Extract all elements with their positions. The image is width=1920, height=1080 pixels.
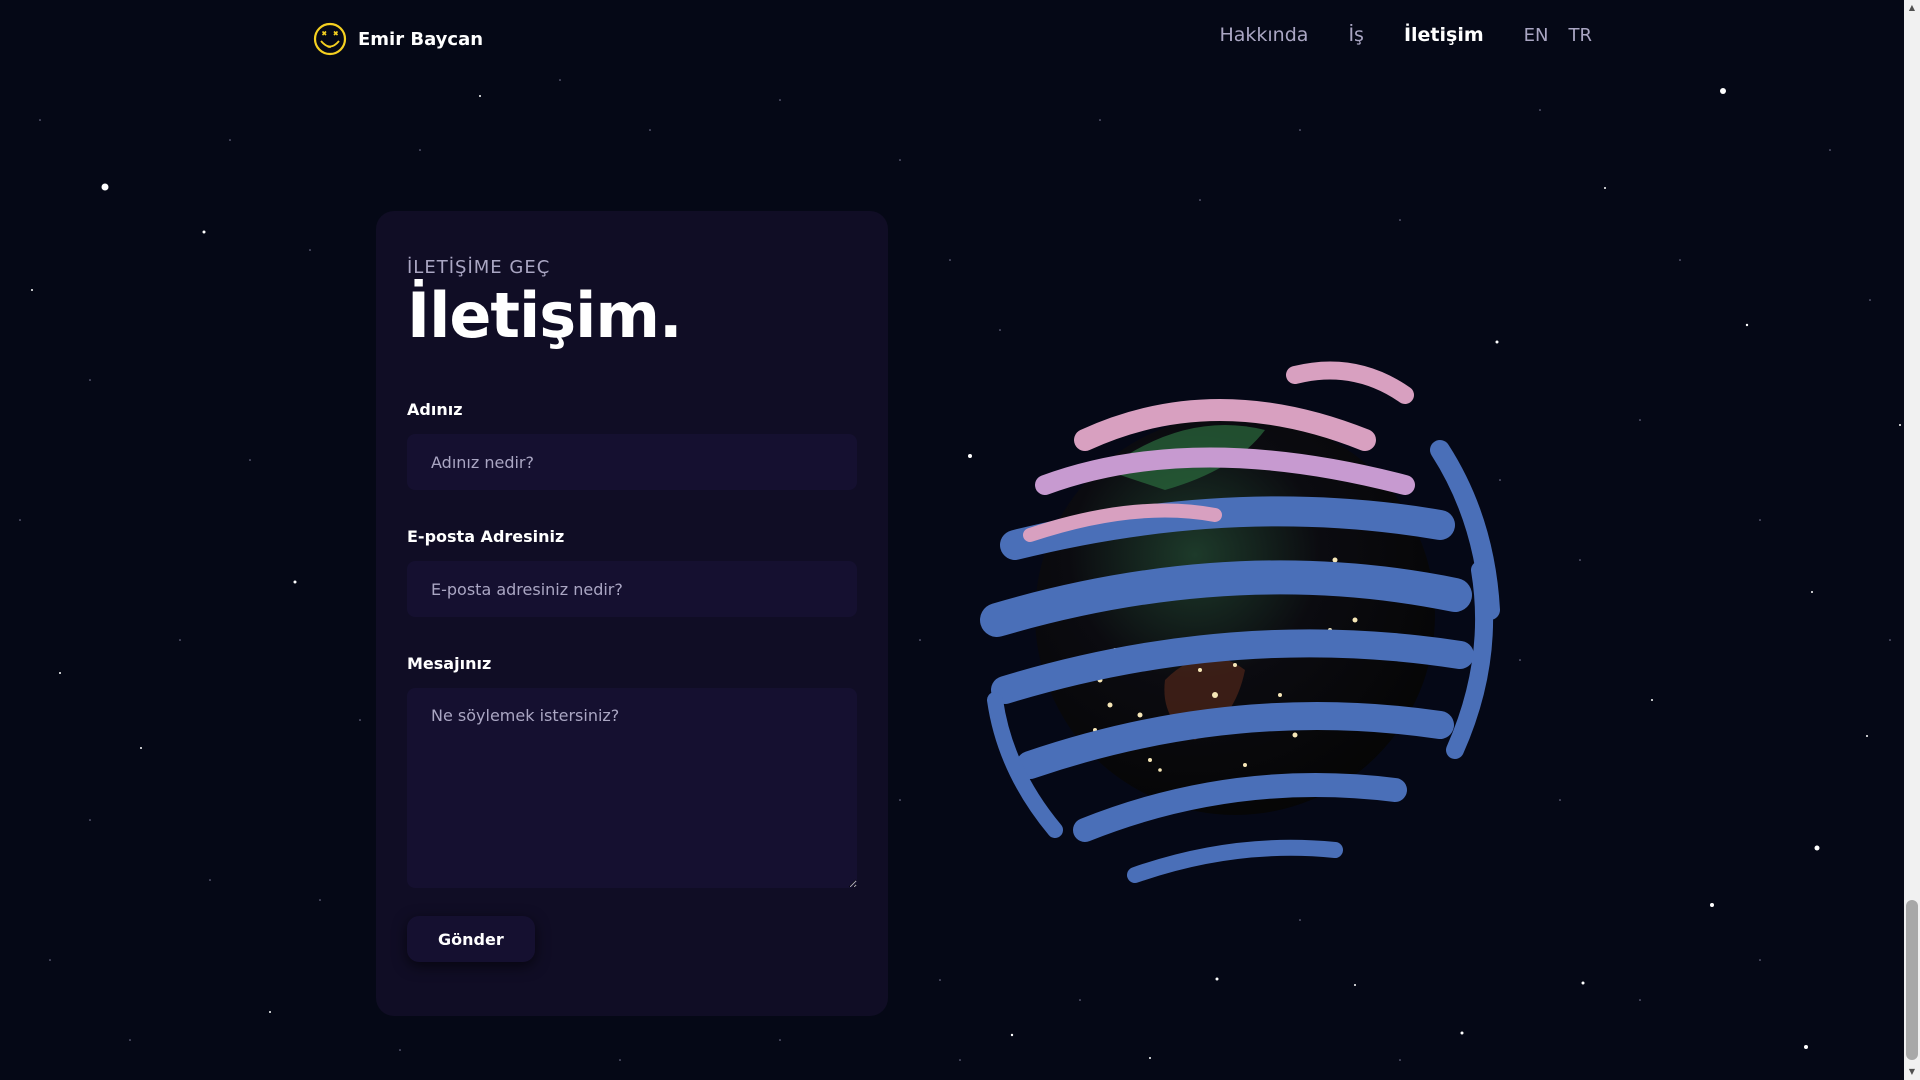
email-label: E-posta Adresiniz bbox=[407, 527, 565, 547]
language-tr[interactable]: TR bbox=[1568, 25, 1592, 46]
nav-link-hakkinda[interactable]: Hakkında bbox=[1219, 24, 1308, 46]
nav-link-iletisim[interactable]: İletişim bbox=[1404, 24, 1484, 46]
logo-link[interactable]: Emir Baycan bbox=[312, 20, 483, 58]
navbar: Emir Baycan Hakkında İş İletişim EN TR bbox=[0, 0, 1904, 78]
nav-link-is[interactable]: İş bbox=[1348, 24, 1364, 46]
contact-card: İLETİŞİME GEÇ İletişim. Adınız E-posta A… bbox=[376, 211, 888, 1016]
name-label: Adınız bbox=[407, 400, 463, 420]
section-subtitle: İLETİŞİME GEÇ bbox=[407, 257, 551, 278]
language-en[interactable]: EN bbox=[1524, 25, 1549, 46]
globe-illustration[interactable] bbox=[935, 320, 1525, 910]
email-input[interactable] bbox=[407, 561, 857, 618]
smiley-face-icon bbox=[313, 22, 347, 56]
scrollbar-thumb[interactable] bbox=[1906, 900, 1918, 1060]
nav-links: Hakkında İş İletişim EN TR bbox=[1179, 24, 1592, 46]
message-label: Mesajınız bbox=[407, 654, 492, 674]
scroll-down-arrow-icon[interactable]: ▼ bbox=[1904, 1064, 1920, 1080]
message-textarea[interactable] bbox=[407, 688, 857, 889]
name-input[interactable] bbox=[407, 434, 857, 491]
scroll-up-arrow-icon[interactable]: ▲ bbox=[1904, 0, 1920, 16]
brand-name: Emir Baycan bbox=[358, 28, 484, 50]
section-title: İletişim. bbox=[407, 279, 683, 352]
send-button[interactable]: Gönder bbox=[407, 916, 535, 963]
